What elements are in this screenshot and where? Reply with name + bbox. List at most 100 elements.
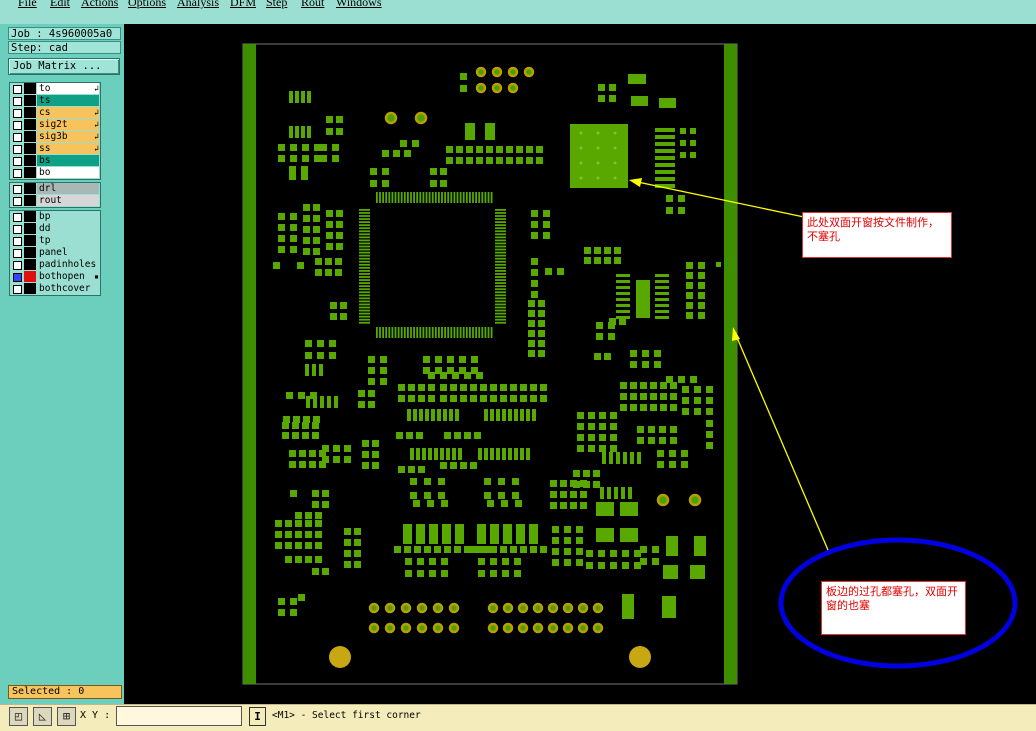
copper-pad (610, 412, 617, 419)
layer-row-bo[interactable]: bo (10, 167, 100, 179)
window-via (596, 161, 600, 165)
layer-row-bs[interactable]: bs (10, 155, 100, 167)
qfp-pin (481, 192, 484, 203)
menu-actions[interactable]: Actions (81, 0, 118, 10)
layer-checkbox[interactable] (13, 237, 22, 246)
layer-checkbox[interactable] (13, 225, 22, 234)
copper-pad (540, 546, 547, 553)
job-matrix-button[interactable]: Job Matrix ... (8, 58, 120, 75)
copper-pad (622, 594, 634, 619)
copper-pad (520, 409, 524, 421)
layer-name: ts (37, 95, 99, 106)
layer-checkbox[interactable] (13, 285, 22, 294)
layer-checkbox[interactable] (13, 169, 22, 178)
copper-pad (706, 408, 713, 415)
layer-row-ss[interactable]: ss ↲ (10, 143, 100, 155)
copper-pad (441, 558, 448, 565)
via (384, 622, 396, 634)
qfp-pin (407, 327, 409, 338)
copper-pad (631, 96, 648, 106)
grid-snap-icon[interactable]: ⊞ (57, 707, 76, 726)
via (577, 602, 589, 614)
menu-options[interactable]: Options (128, 0, 166, 10)
qfp-pin (359, 209, 370, 211)
copper-pad (500, 395, 507, 402)
menu-rout[interactable]: Rout (301, 0, 324, 10)
copper-pad (427, 500, 434, 507)
layer-row-bothopen[interactable]: bothopen ▪ (10, 271, 100, 283)
qfp-pin (456, 192, 459, 203)
layer-row-drl[interactable]: drl (10, 183, 100, 195)
qfp-pin (359, 251, 370, 254)
layer-row-rout[interactable]: rout (10, 195, 100, 207)
layer-checkbox[interactable] (13, 157, 22, 166)
layer-row-panel[interactable]: panel (10, 247, 100, 259)
qfp-pin (359, 212, 370, 214)
layer-checkbox[interactable] (13, 197, 22, 206)
copper-pad (303, 204, 310, 211)
layer-row-sig3b[interactable]: sig3b ↲ (10, 131, 100, 143)
layer-row-bothcover[interactable]: bothcover (10, 283, 100, 295)
layer-checkbox[interactable] (13, 273, 22, 282)
layer-row-cs[interactable]: cs ↲ (10, 107, 100, 119)
layer-checkbox[interactable] (13, 109, 22, 118)
copper-pad (340, 313, 347, 320)
annotation-note-1: 此处双面开窗按文件制作，不塞孔 (802, 212, 952, 258)
menu-analysis[interactable]: Analysis (177, 0, 219, 10)
copper-pad (514, 448, 518, 460)
copper-pad (382, 168, 389, 175)
measure-icon[interactable]: ◺ (33, 707, 52, 726)
copper-pad (314, 155, 321, 162)
layer-checkbox[interactable] (13, 249, 22, 258)
layer-name: ss (37, 143, 99, 154)
qfp-pin (385, 192, 388, 203)
layer-row-sig2t[interactable]: sig2t ↲ (10, 119, 100, 131)
copper-pad (655, 177, 675, 181)
copper-pad (278, 224, 285, 231)
qfp-pin (472, 192, 474, 203)
layer-row-padinholes[interactable]: padinholes (10, 259, 100, 271)
layer-checkbox[interactable] (13, 121, 22, 130)
layer-row-to[interactable]: to ↲ (10, 83, 100, 95)
layer-checkbox[interactable] (13, 97, 22, 106)
layer-checkbox[interactable] (13, 145, 22, 154)
graphic-editor-canvas[interactable]: 此处双面开窗按文件制作，不塞孔 板边的过孔都塞孔，双面开窗的也塞 (124, 24, 1036, 704)
copper-pad (305, 340, 312, 347)
copper-pad (604, 247, 611, 254)
via (532, 622, 544, 634)
layer-checkbox[interactable] (13, 133, 22, 142)
copper-pad (512, 478, 519, 485)
via (532, 602, 544, 614)
layer-row-bp[interactable]: bp (10, 211, 100, 223)
layer-checkbox[interactable] (13, 85, 22, 94)
layer-row-tp[interactable]: tp (10, 235, 100, 247)
menu-step[interactable]: Step (266, 0, 287, 10)
copper-pad (460, 85, 467, 92)
xy-coordinate-input[interactable] (116, 706, 242, 726)
menu-file[interactable]: File (18, 0, 37, 10)
layer-color-swatch (24, 283, 36, 294)
copper-pad (663, 565, 678, 579)
qfp-pin (456, 327, 459, 338)
copper-pad (570, 491, 577, 498)
copper-pad (275, 531, 282, 538)
qfp-pin (359, 315, 370, 318)
layer-row-ts[interactable]: ts (10, 95, 100, 107)
layer-checkbox[interactable] (13, 261, 22, 270)
layer-row-dd[interactable]: dd (10, 223, 100, 235)
copper-pad (285, 520, 292, 527)
layer-checkbox[interactable] (13, 213, 22, 222)
zoom-area-icon[interactable]: ◰ (9, 707, 28, 726)
component-pad (490, 524, 499, 544)
menu-dfm[interactable]: DFM (230, 0, 256, 10)
info-button[interactable]: I (249, 707, 266, 726)
copper-pad (490, 448, 494, 460)
layer-checkbox[interactable] (13, 185, 22, 194)
menu-windows[interactable]: Windows (336, 0, 382, 10)
qfp-pin (444, 327, 446, 338)
menu-edit[interactable]: Edit (50, 0, 70, 10)
copper-pad (657, 461, 664, 468)
copper-pad (599, 423, 606, 430)
qfp-pin (376, 192, 378, 203)
copper-pad (500, 546, 507, 553)
